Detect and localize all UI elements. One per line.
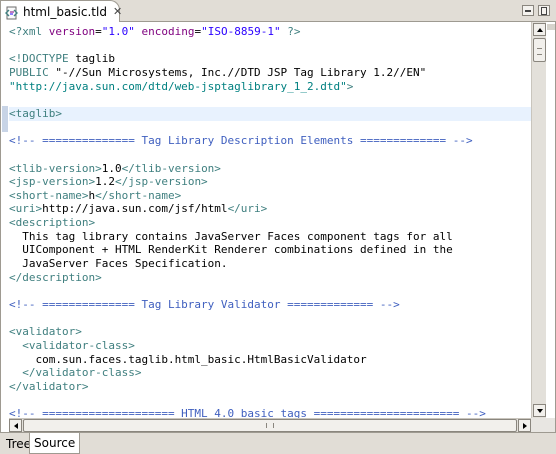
- code-line[interactable]: <!-- ==================== HTML 4.0 basic…: [9, 407, 531, 418]
- code-token: version: [48, 25, 96, 38]
- editor-tab-html-basic-tld[interactable]: html_basic.tld ✕: [0, 0, 122, 22]
- tab-source[interactable]: Source: [29, 433, 81, 454]
- code-token: PUBLIC: [9, 65, 56, 79]
- code-line[interactable]: </validator>: [9, 380, 531, 394]
- editor-tab-strip: html_basic.tld ✕: [0, 0, 556, 22]
- code-line[interactable]: <!-- ============== Tag Library Validato…: [9, 298, 531, 312]
- code-line[interactable]: "http://java.sun.com/dtd/web-jsptaglibra…: [9, 80, 531, 94]
- code-token: 1.2: [95, 175, 115, 189]
- code-token: This tag library contains JavaServer Fac…: [9, 229, 453, 243]
- code-token: com.sun.faces.taglib.html_basic.HtmlBasi…: [9, 352, 367, 366]
- code-line[interactable]: </validator-class>: [9, 366, 531, 380]
- code-line[interactable]: PUBLIC "-//Sun Microsystems, Inc.//DTD J…: [9, 66, 531, 80]
- vertical-scroll-thumb[interactable]: [533, 38, 546, 62]
- code-token: </short-name>: [95, 188, 182, 202]
- scroll-left-button[interactable]: [9, 419, 22, 432]
- horizontal-scroll-thumb[interactable]: [23, 419, 517, 432]
- code-line[interactable]: [9, 148, 531, 162]
- code-line[interactable]: <taglib>: [9, 106, 531, 121]
- maximize-button[interactable]: [538, 5, 550, 16]
- code-token: <!-- ==================== HTML 4.0 basic…: [9, 407, 486, 418]
- code-line[interactable]: [9, 312, 531, 326]
- code-token: <description>: [9, 216, 96, 230]
- code-token: <tlib-version>: [9, 161, 102, 175]
- code-token: 1.0: [101, 161, 122, 175]
- code-token: "http://java.sun.com/dtd/web-jsptaglibra…: [9, 79, 347, 93]
- code-line[interactable]: <!-- ============== Tag Library Descript…: [9, 134, 531, 148]
- code-token: <short-name>: [9, 188, 89, 202]
- code-line[interactable]: com.sun.faces.taglib.html_basic.HtmlBasi…: [9, 353, 531, 367]
- annotation-ruler: [1, 22, 9, 418]
- code-line[interactable]: </description>: [9, 271, 531, 285]
- code-token: </jsp-version>: [114, 175, 208, 189]
- code-token: <?xml: [9, 25, 49, 38]
- arrow-down-icon: [537, 409, 543, 413]
- code-line[interactable]: This tag library contains JavaServer Fac…: [9, 230, 531, 244]
- arrow-right-icon: [523, 423, 527, 429]
- code-line[interactable]: <description>: [9, 216, 531, 230]
- code-line[interactable]: <short-name>h</short-name>: [9, 189, 531, 203]
- code-line[interactable]: <uri>http://java.sun.com/jsf/html</uri>: [9, 202, 531, 216]
- horizontal-scrollbar[interactable]: [9, 418, 531, 432]
- code-line[interactable]: <validator-class>: [9, 339, 531, 353]
- code-token: >: [346, 79, 354, 93]
- code-token: http://java.sun.com/jsf/html: [42, 202, 228, 216]
- code-token: <!DOCTYPE: [9, 52, 76, 66]
- vertical-scrollbar[interactable]: [531, 22, 546, 418]
- editor-page-tabs: Tree Source: [0, 432, 556, 454]
- code-token: JavaServer Faces Specification.: [9, 257, 228, 271]
- code-token: <validator-class>: [9, 338, 135, 352]
- scroll-down-button[interactable]: [533, 404, 546, 417]
- editor-tab-label: html_basic.tld: [23, 4, 107, 19]
- arrow-left-icon: [14, 423, 18, 429]
- code-line[interactable]: JavaServer Faces Specification.: [9, 257, 531, 271]
- code-token: "1.0": [101, 25, 135, 38]
- close-icon[interactable]: ✕: [113, 6, 122, 17]
- code-token: "ISO-8859-1": [201, 25, 281, 38]
- code-token: <taglib>: [9, 106, 62, 120]
- code-line[interactable]: <?xml version="1.0" encoding="ISO-8859-1…: [9, 25, 531, 39]
- code-token: encoding: [141, 25, 195, 38]
- code-text-area[interactable]: <?xml version="1.0" encoding="ISO-8859-1…: [9, 22, 531, 418]
- tld-file-icon: [5, 5, 19, 19]
- code-line[interactable]: UIComponent + HTML RenderKit Renderer co…: [9, 243, 531, 257]
- code-token: =: [95, 25, 102, 38]
- code-line[interactable]: <tlib-version>1.0</tlib-version>: [9, 162, 531, 176]
- code-line[interactable]: <jsp-version>1.2</jsp-version>: [9, 175, 531, 189]
- overview-mark: [547, 24, 555, 30]
- code-token: UIComponent + HTML RenderKit Renderer co…: [9, 243, 453, 257]
- code-line[interactable]: [9, 93, 531, 107]
- minimize-button[interactable]: [522, 5, 534, 16]
- code-token: <validator>: [9, 325, 82, 339]
- source-editor: <?xml version="1.0" encoding="ISO-8859-1…: [0, 22, 556, 432]
- code-token: </description>: [9, 270, 102, 284]
- code-token: </validator-class>: [9, 366, 142, 380]
- code-line[interactable]: <validator>: [9, 325, 531, 339]
- code-line[interactable]: <!DOCTYPE taglib: [9, 52, 531, 66]
- overview-ruler: [547, 22, 555, 418]
- code-line[interactable]: [9, 39, 531, 53]
- scrollbar-corner: [531, 418, 555, 432]
- code-token: </uri>: [227, 202, 268, 216]
- xml-editor-window: html_basic.tld ✕ <?xml version="1.0" enc…: [0, 0, 556, 454]
- code-token: </validator>: [9, 379, 89, 393]
- scroll-right-button[interactable]: [518, 419, 531, 432]
- code-token: <jsp-version>: [9, 175, 96, 189]
- arrow-up-icon: [537, 28, 543, 32]
- code-token: <!-- ============== Tag Library Validato…: [9, 298, 400, 311]
- code-line[interactable]: [9, 284, 531, 298]
- code-line[interactable]: [9, 121, 531, 135]
- code-token: taglib: [75, 52, 115, 66]
- code-token: <uri>: [9, 202, 43, 216]
- code-token: ?>: [280, 25, 301, 38]
- code-line[interactable]: [9, 394, 531, 408]
- scroll-up-button[interactable]: [533, 23, 546, 36]
- current-line-marker: [2, 106, 8, 132]
- code-token: <!-- ============== Tag Library Descript…: [9, 134, 473, 148]
- code-token: </tlib-version>: [121, 161, 221, 175]
- code-token: "-//Sun Microsystems, Inc.//DTD JSP Tag …: [55, 65, 427, 79]
